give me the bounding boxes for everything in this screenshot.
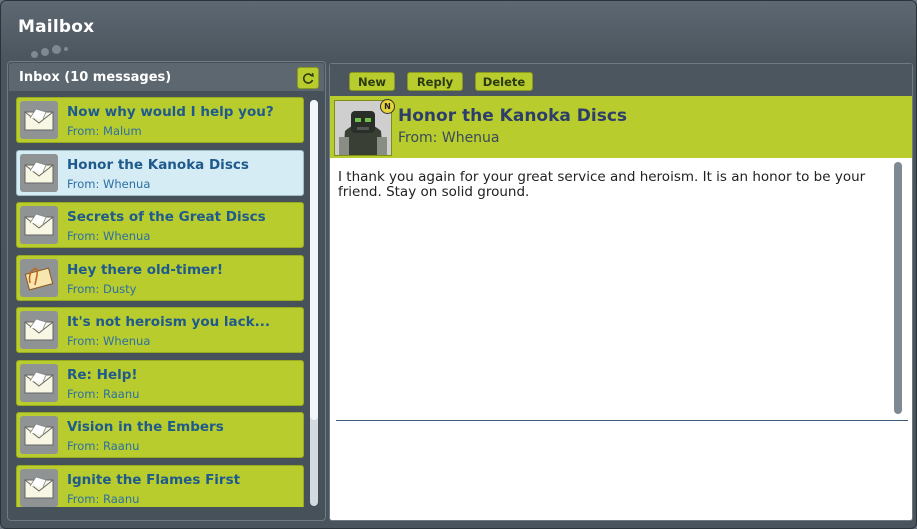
message-sender: From: Whenua: [398, 130, 500, 146]
message-row[interactable]: Hey there old-timer! From: Dusty: [16, 254, 304, 301]
envelope-icon: [20, 363, 58, 402]
window-title: Mailbox: [18, 17, 95, 37]
attachment-envelope-icon: [20, 258, 58, 297]
message-row-subject: Now why would I help you?: [67, 104, 274, 120]
message-row-subject: Re: Help!: [67, 366, 138, 383]
message-row-subject: Hey there old-timer!: [67, 261, 223, 278]
message-body: I thank you again for your great service…: [338, 169, 866, 200]
message-row[interactable]: Honor the Kanoka Discs From: Whenua: [16, 149, 304, 196]
envelope-icon: [20, 101, 58, 139]
message-row[interactable]: Vision in the Embers From: Raanu: [16, 412, 304, 458]
message-row[interactable]: Secrets of the Great Discs From: Whenua: [16, 202, 304, 248]
reader-scrollbar[interactable]: [894, 162, 902, 414]
new-badge-icon: N: [380, 99, 395, 114]
delete-button[interactable]: Delete: [475, 72, 533, 91]
new-button[interactable]: New: [349, 72, 395, 91]
message-row-subject: Honor the Kanoka Discs: [67, 156, 249, 173]
inbox-scrollbar[interactable]: [310, 100, 318, 506]
message-row-subject: It's not heroism you lack...: [67, 314, 271, 330]
message-row-subject: Ignite the Flames First: [67, 471, 241, 488]
mailbox-window: Mailbox Inbox (10 messages) Now why woul…: [0, 0, 917, 529]
message-list: Now why would I help you? From: Malum Hono…: [12, 97, 304, 507]
reader-toolbar: New Reply Delete: [330, 64, 912, 96]
message-row[interactable]: Now why would I help you? From: Malum: [16, 97, 304, 143]
message-row[interactable]: It's not heroism you lack... From: Whenua: [16, 307, 304, 353]
inbox-header: Inbox (10 messages): [9, 63, 324, 91]
inbox-panel: Inbox (10 messages) Now why would I help…: [7, 61, 326, 521]
message-header: N Honor the Kanoka Discs From: Whenua: [330, 96, 912, 158]
message-row-sender: From: Whenua: [67, 176, 151, 191]
message-row[interactable]: Re: Help! From: Raanu: [16, 359, 304, 406]
envelope-icon: [20, 311, 58, 349]
message-row[interactable]: Ignite the Flames First From: Raanu: [16, 464, 304, 507]
reply-button[interactable]: Reply: [407, 72, 463, 91]
message-row-sender: From: Raanu: [67, 386, 140, 401]
envelope-icon: [20, 206, 58, 244]
message-row-subject: Secrets of the Great Discs: [67, 209, 266, 225]
reader-divider: [336, 420, 908, 421]
envelope-icon: [20, 416, 58, 454]
inbox-scrollbar-thumb[interactable]: [310, 100, 318, 420]
message-row-sender: From: Raanu: [67, 439, 140, 453]
message-row-sender: From: Whenua: [67, 229, 151, 243]
inbox-title: Inbox (10 messages): [19, 70, 172, 85]
message-row-sender: From: Dusty: [67, 281, 137, 296]
message-subject: Honor the Kanoka Discs: [398, 106, 628, 126]
envelope-icon: [20, 153, 58, 192]
message-row-sender: From: Raanu: [67, 491, 140, 506]
message-row-sender: From: Whenua: [67, 334, 151, 348]
message-reader: New Reply Delete N Honor the Kanoka Disc…: [329, 63, 913, 521]
refresh-icon: [302, 72, 314, 84]
message-row-sender: From: Malum: [67, 124, 142, 138]
refresh-button[interactable]: [297, 67, 319, 89]
envelope-icon: [20, 468, 58, 507]
message-row-subject: Vision in the Embers: [67, 419, 224, 435]
